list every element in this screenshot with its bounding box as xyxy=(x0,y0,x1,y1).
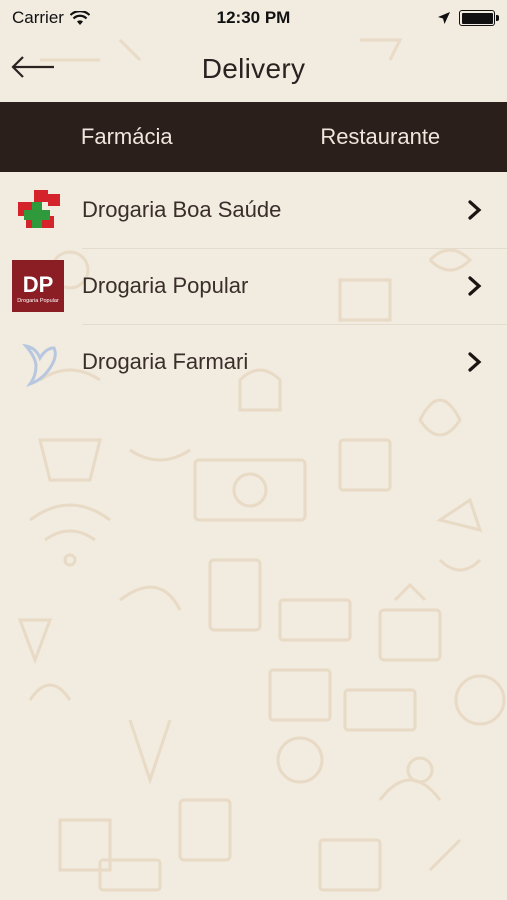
carrier-label: Carrier xyxy=(12,8,64,27)
battery-icon xyxy=(459,10,499,26)
store-name: Drogaria Popular xyxy=(82,273,249,298)
tab-farmacia[interactable]: Farmácia xyxy=(0,124,254,150)
status-bar: Carrier 12:30 PM xyxy=(0,0,507,36)
svg-text:DP: DP xyxy=(23,272,54,297)
location-arrow-icon xyxy=(438,12,450,24)
store-row-boa-saude[interactable]: Drogaria Boa Saúde xyxy=(0,172,507,248)
chevron-right-icon xyxy=(468,352,482,372)
chevron-right-icon xyxy=(468,200,482,220)
tab-restaurante[interactable]: Restaurante xyxy=(254,124,507,150)
store-name: Drogaria Farmari xyxy=(82,349,249,374)
wifi-icon xyxy=(69,10,90,25)
heart-logo-icon xyxy=(12,336,64,388)
back-button[interactable] xyxy=(10,50,56,84)
page-title: Delivery xyxy=(201,53,306,84)
svg-text:Drogaria Popular: Drogaria Popular xyxy=(17,298,59,304)
status-right xyxy=(437,10,499,26)
store-name: Drogaria Boa Saúde xyxy=(82,197,282,222)
store-list: Drogaria Boa Saúde DP Drogaria Popular D… xyxy=(0,172,507,400)
status-left: Carrier xyxy=(12,8,90,28)
battery-fill xyxy=(461,12,493,24)
chevron-right-icon xyxy=(468,276,482,296)
cross-logo-icon xyxy=(12,184,64,236)
navigation-bar: Delivery xyxy=(0,36,507,102)
back-arrow-icon xyxy=(11,56,54,78)
category-tab-bar: Farmácia Restaurante xyxy=(0,102,507,172)
store-row-popular[interactable]: DP Drogaria Popular Drogaria Popular xyxy=(0,248,507,324)
store-row-farmari[interactable]: Drogaria Farmari xyxy=(0,324,507,400)
dp-logo-icon: DP Drogaria Popular xyxy=(12,260,64,312)
